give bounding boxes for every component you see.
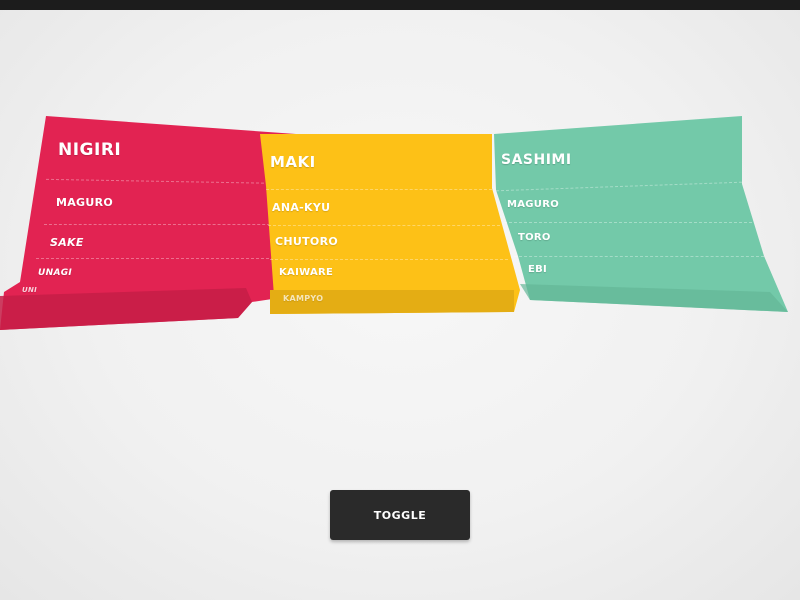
maki-item-ana-kyu[interactable]: ANA-KYU: [266, 201, 330, 214]
maki-item-kaiware[interactable]: KAIWARE: [273, 267, 333, 278]
toggle-button[interactable]: TOGGLE: [330, 490, 470, 540]
maki-divider: [268, 225, 500, 226]
maki-item-kampyo[interactable]: KAMPYO: [277, 294, 323, 303]
maki-divider: [270, 259, 508, 260]
maki-item-chutoro[interactable]: CHUTORO: [269, 235, 338, 248]
maki-panel-background: [260, 134, 520, 314]
maki-title: MAKI: [270, 153, 316, 171]
maki-divider: [266, 189, 492, 190]
